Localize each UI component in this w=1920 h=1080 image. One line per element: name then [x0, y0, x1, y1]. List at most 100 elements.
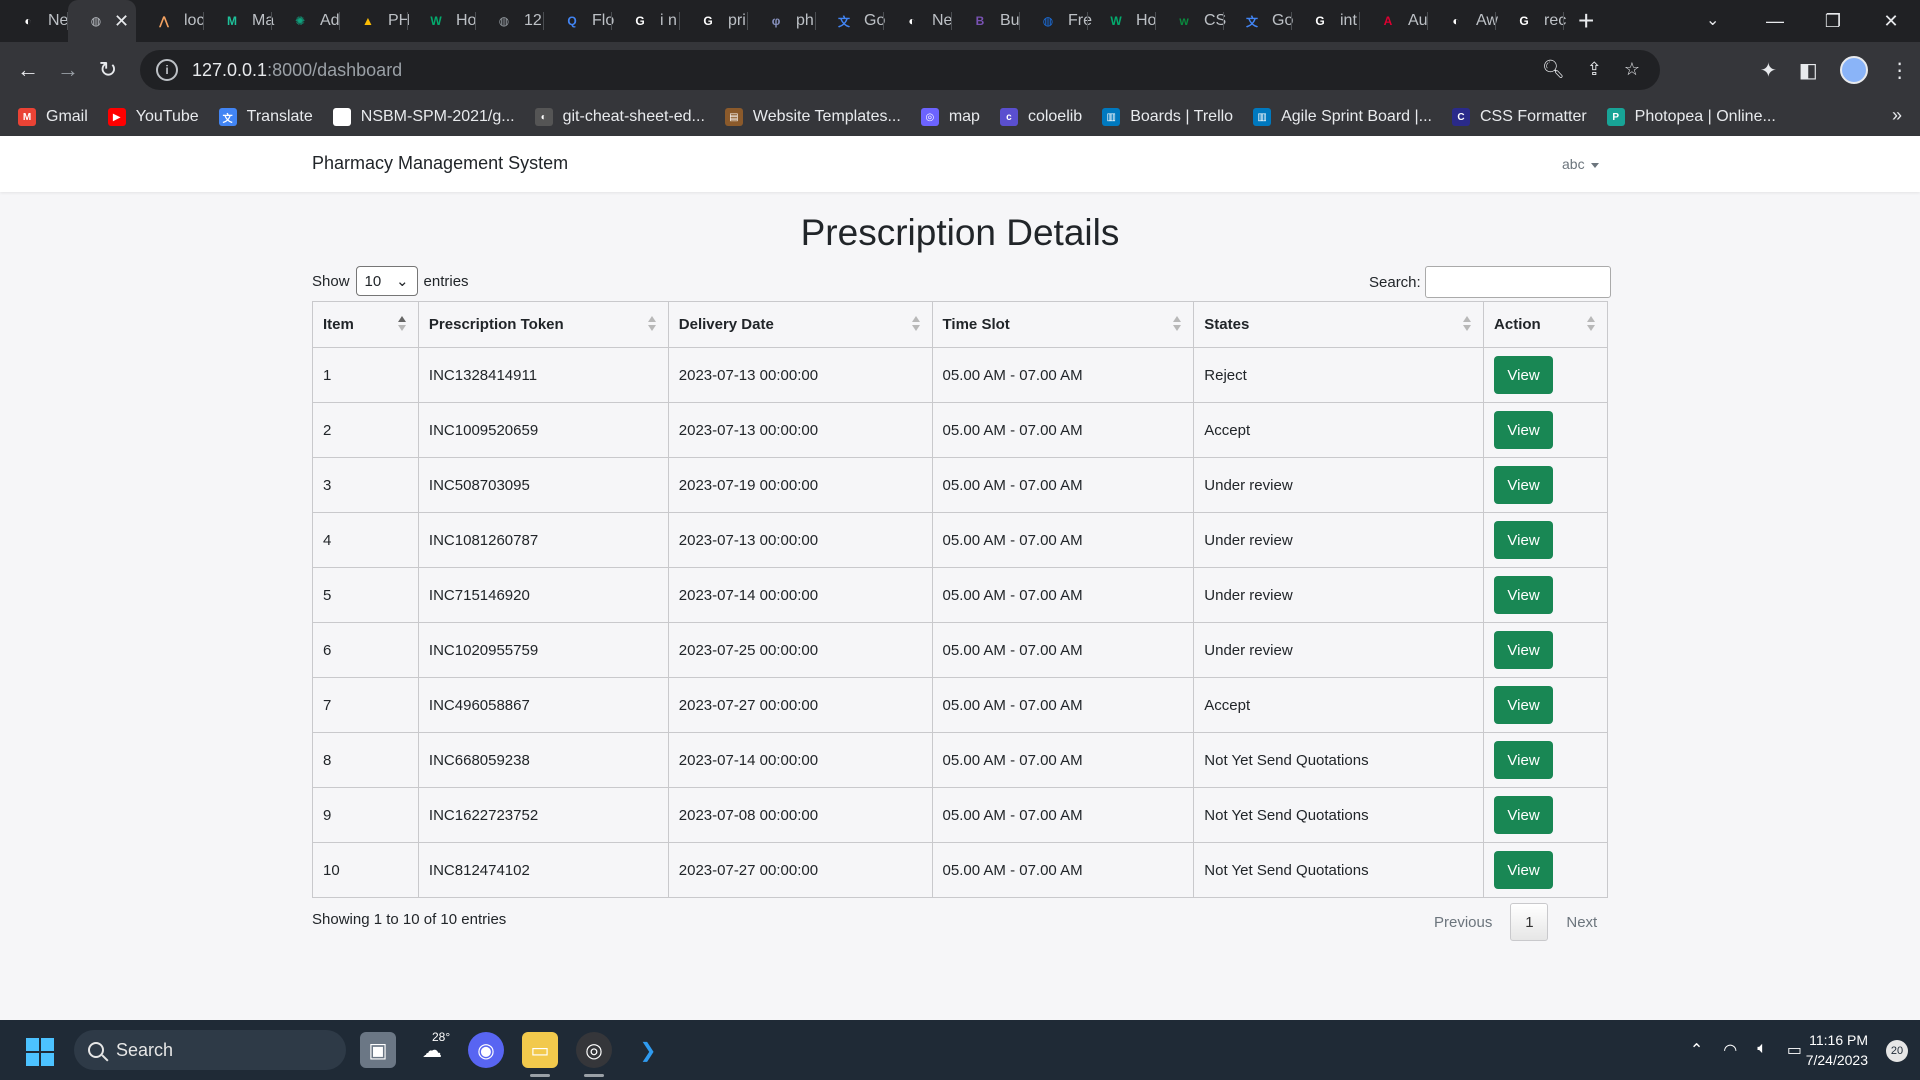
browser-tab[interactable]: Grec — [1496, 0, 1566, 42]
bookmark-item[interactable]: ▥ Agile Sprint Board |... — [1253, 108, 1432, 126]
cell-date: 2023-07-27 00:00:00 — [667, 677, 933, 733]
maximize-icon[interactable]: ❐ — [1804, 11, 1862, 32]
extensions-icon[interactable]: ✦ — [1760, 58, 1777, 83]
tab-title: Ho — [456, 12, 477, 29]
view-button[interactable]: View — [1494, 686, 1554, 724]
task-view-icon[interactable]: ▣ — [360, 1032, 396, 1068]
browser-tab[interactable]: ◐ Ne — [0, 0, 68, 42]
browser-tab[interactable]: B Bu — [952, 0, 1020, 42]
taskbar-clock[interactable]: 11:16 PM 7/24/2023 — [1806, 1030, 1868, 1070]
bookmarks-overflow-icon[interactable]: » — [1892, 105, 1902, 126]
column-header[interactable]: Time Slot — [931, 301, 1195, 348]
bookmark-item[interactable]: c coloelib — [999, 108, 1082, 126]
url-text[interactable]: 127.0.0.1:8000/dashboard — [192, 60, 402, 81]
browser-tab[interactable]: Gi n — [612, 0, 680, 42]
browser-tab[interactable]: M Ma — [204, 0, 274, 42]
browser-tab[interactable]: ⋀ loc — [136, 0, 204, 42]
browser-tab[interactable]: W Ho — [408, 0, 476, 42]
cell-state: Reject — [1193, 347, 1485, 403]
bookmark-item[interactable]: ▤ Website Templates... — [724, 108, 901, 126]
browser-tab[interactable]: A Au — [1360, 0, 1428, 42]
file-explorer-icon[interactable]: ▭ — [522, 1032, 558, 1077]
side-panel-icon[interactable]: ◧ — [1799, 58, 1818, 83]
column-header[interactable]: Action — [1483, 301, 1608, 348]
table-info: Showing 1 to 10 of 10 entries — [312, 911, 507, 928]
view-button[interactable]: View — [1494, 851, 1554, 889]
chat-app-icon[interactable]: ◉ — [468, 1032, 504, 1068]
forward-icon[interactable]: → — [48, 57, 88, 83]
taskbar-search[interactable]: Search — [74, 1030, 346, 1070]
battery-icon[interactable]: ▭ — [1787, 1040, 1802, 1060]
view-button[interactable]: View — [1494, 356, 1554, 394]
view-button[interactable]: View — [1494, 521, 1554, 559]
browser-tab[interactable]: ◍ 12 — [476, 0, 544, 42]
wifi-icon[interactable]: ◠ — [1723, 1040, 1737, 1060]
browser-tab[interactable]: ◍ ✕ — [68, 0, 136, 42]
close-window-icon[interactable]: ✕ — [1862, 11, 1920, 32]
bookmark-item[interactable]: M Gmail — [18, 108, 88, 126]
bookmark-item[interactable]: ▶ YouTube — [107, 108, 199, 126]
vscode-icon[interactable]: ❯ — [630, 1032, 666, 1068]
browser-tab[interactable]: 文 Go — [816, 0, 885, 42]
next-page-button[interactable]: Next — [1552, 914, 1611, 931]
view-button[interactable]: View — [1494, 631, 1554, 669]
close-tab-icon[interactable]: ✕ — [114, 11, 129, 32]
browser-tab[interactable]: Q Flo — [544, 0, 614, 42]
bookmark-item[interactable]: C CSS Formatter — [1451, 108, 1587, 126]
bookmark-item[interactable]: P Photopea | Online... — [1606, 108, 1776, 126]
browser-tab[interactable]: ◍ Fre — [1020, 0, 1092, 42]
page-1-button[interactable]: 1 — [1510, 903, 1549, 941]
bookmark-item[interactable]: ◎ map — [920, 108, 980, 126]
search-input[interactable] — [1424, 266, 1611, 298]
view-button[interactable]: View — [1494, 576, 1554, 614]
cell-item: 7 — [312, 677, 419, 733]
browser-tab[interactable]: Gint — [1292, 0, 1360, 42]
cell-date: 2023-07-13 00:00:00 — [667, 512, 933, 568]
chrome-menu-icon[interactable]: ⋮ — [1890, 58, 1910, 83]
previous-page-button[interactable]: Previous — [1420, 914, 1506, 931]
windows-start-icon[interactable] — [26, 1038, 54, 1066]
new-tab-button[interactable]: + — [1578, 5, 1594, 37]
notification-badge[interactable]: 20 — [1886, 1040, 1908, 1062]
browser-tab[interactable]: w CS — [1156, 0, 1226, 42]
browser-tab[interactable]: ◐ Aw — [1428, 0, 1498, 42]
address-bar[interactable]: i 127.0.0.1:8000/dashboard 🔍︎ ⇪ ☆ — [140, 50, 1660, 90]
bookmark-item[interactable]: 文 Translate — [218, 108, 313, 126]
profile-avatar[interactable] — [1839, 56, 1868, 84]
browser-tab[interactable]: 文 Go — [1224, 0, 1293, 42]
site-info-icon[interactable]: i — [156, 59, 178, 81]
share-icon[interactable]: ⇪ — [1587, 59, 1602, 80]
column-header[interactable]: Prescription Token — [417, 301, 669, 348]
minimize-icon[interactable]: — — [1746, 11, 1804, 32]
column-header[interactable]: Item — [312, 301, 419, 348]
bookmark-star-icon[interactable]: ☆ — [1624, 59, 1640, 80]
zoom-icon[interactable]: 🔍︎ — [1542, 59, 1565, 80]
bookmark-item[interactable]: ◐ NSBM-SPM-2021/g... — [332, 108, 515, 126]
view-button[interactable]: View — [1494, 796, 1554, 834]
entries-select[interactable]: 10 ⌄ — [355, 266, 418, 296]
view-button[interactable]: View — [1494, 411, 1554, 449]
tab-search-icon[interactable]: ⌄ — [1706, 10, 1719, 30]
column-header[interactable]: Delivery Date — [667, 301, 933, 348]
view-button[interactable]: View — [1494, 741, 1554, 779]
chrome-taskbar-icon[interactable]: ◎ — [576, 1032, 612, 1077]
volume-icon[interactable]: 🔈︎ — [1757, 1040, 1767, 1060]
view-button[interactable]: View — [1494, 466, 1554, 504]
browser-tab[interactable]: W Ho — [1088, 0, 1156, 42]
browser-tab[interactable]: ▲ PH — [340, 0, 410, 42]
browser-tab[interactable]: ◐ Ne — [884, 0, 952, 42]
browser-tab[interactable]: Gpri — [680, 0, 748, 42]
bookmark-item[interactable]: ◐ git-cheat-sheet-ed... — [534, 108, 705, 126]
browser-tab[interactable]: φ ph — [748, 0, 816, 42]
app-brand[interactable]: Pharmacy Management System — [312, 153, 568, 174]
entries-length-control: Show 10 ⌄ entries — [312, 266, 469, 296]
user-name: abc — [1562, 156, 1585, 172]
tray-overflow-icon[interactable]: ⌃ — [1690, 1040, 1703, 1060]
user-menu[interactable]: abc — [1562, 156, 1599, 172]
browser-tab[interactable]: ✺ Ad — [272, 0, 340, 42]
column-header[interactable]: States — [1193, 301, 1485, 348]
back-icon[interactable]: ← — [8, 57, 48, 83]
reload-icon[interactable]: ↻ — [88, 57, 128, 83]
cell-date: 2023-07-19 00:00:00 — [667, 457, 933, 513]
bookmark-item[interactable]: ▥ Boards | Trello — [1102, 108, 1233, 126]
